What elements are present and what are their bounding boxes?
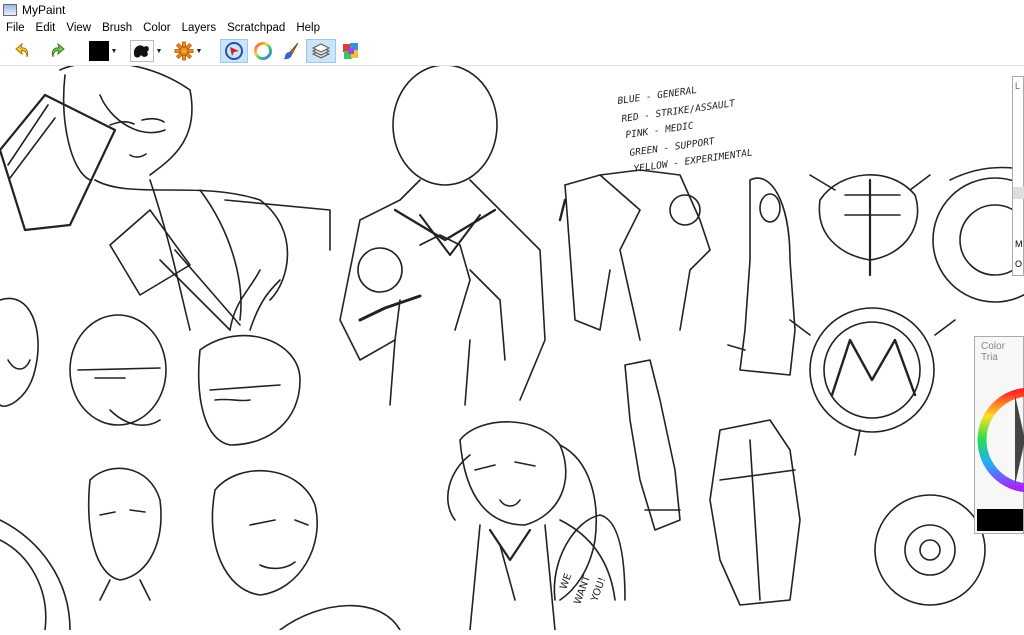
menu-edit[interactable]: Edit xyxy=(30,20,61,36)
note-pink: PINK - MEDIC xyxy=(625,120,695,140)
main-toolbar: ▼ ▼ ▼ xyxy=(0,36,1024,66)
color-swatch-button[interactable]: ▼ xyxy=(86,39,120,63)
handwritten-notes: BLUE - GENERAL RED - STRIKE/ASSAULT PINK… xyxy=(617,85,753,175)
window-title: MyPaint xyxy=(22,3,66,17)
brush-tool-button[interactable] xyxy=(278,39,304,63)
selected-color-preview xyxy=(977,509,1023,531)
menu-scratchpad[interactable]: Scratchpad xyxy=(221,20,290,36)
color-triangle-icon[interactable] xyxy=(975,365,1024,505)
undo-button[interactable] xyxy=(12,39,36,63)
sketch-heads-row xyxy=(0,269,301,446)
panel-scroll[interactable] xyxy=(1013,187,1024,199)
palette-button[interactable] xyxy=(338,39,364,63)
sketch-coat-variants xyxy=(558,169,801,606)
sketch-girl-with-sign xyxy=(0,61,331,331)
sketch-bottom-faces xyxy=(0,467,401,631)
menu-help[interactable]: Help xyxy=(290,20,325,36)
menu-brush[interactable]: Brush xyxy=(96,20,137,36)
redo-button[interactable] xyxy=(44,39,68,63)
layers-icon xyxy=(311,43,331,59)
color-triangle-title: Color Tria xyxy=(981,341,1005,363)
title-bar: MyPaint xyxy=(0,0,1024,20)
chevron-down-icon: ▼ xyxy=(195,47,203,55)
brush-modifiers-button[interactable]: ▼ xyxy=(170,39,206,63)
speech-line-1: WE xyxy=(558,572,574,591)
app-icon xyxy=(3,4,17,16)
panel-label-m: M xyxy=(1015,239,1023,249)
menu-color[interactable]: Color xyxy=(137,20,175,36)
redo-arrow-icon xyxy=(51,42,65,58)
sketch-uniform-jacket xyxy=(339,64,546,406)
color-triangle-panel[interactable]: Color Tria xyxy=(974,336,1024,534)
menu-bar: File Edit View Brush Color Layers Scratc… xyxy=(0,20,1024,36)
freehand-icon xyxy=(225,42,243,60)
current-color-swatch xyxy=(88,41,109,61)
freehand-tool-button[interactable] xyxy=(220,39,248,63)
orange-gear-icon xyxy=(174,41,193,61)
layers-button[interactable] xyxy=(306,39,336,63)
menu-view[interactable]: View xyxy=(60,20,96,36)
undo-arrow-icon xyxy=(15,42,29,58)
drawing-canvas[interactable]: BLUE - GENERAL RED - STRIKE/ASSAULT PINK… xyxy=(0,61,1024,631)
note-blue: BLUE - GENERAL xyxy=(617,85,698,107)
color-wheel-icon xyxy=(254,42,272,60)
chevron-down-icon: ▼ xyxy=(155,47,163,55)
color-wheel-button[interactable] xyxy=(250,39,276,63)
color-palette-icon xyxy=(343,43,358,59)
chevron-down-icon: ▼ xyxy=(110,47,118,55)
layers-panel[interactable]: L M O xyxy=(1012,76,1024,276)
paintbrush-icon xyxy=(283,42,299,60)
menu-layers[interactable]: Layers xyxy=(176,20,222,36)
menu-file[interactable]: File xyxy=(0,20,30,36)
brush-blob-icon xyxy=(129,40,154,62)
brush-selector-button[interactable]: ▼ xyxy=(128,39,164,63)
panel-label-o: O xyxy=(1015,259,1023,269)
speech-line-2: WANT xyxy=(572,573,593,606)
sketch-layer: BLUE - GENERAL RED - STRIKE/ASSAULT PINK… xyxy=(0,61,1024,631)
layers-panel-title: L xyxy=(1015,81,1021,91)
